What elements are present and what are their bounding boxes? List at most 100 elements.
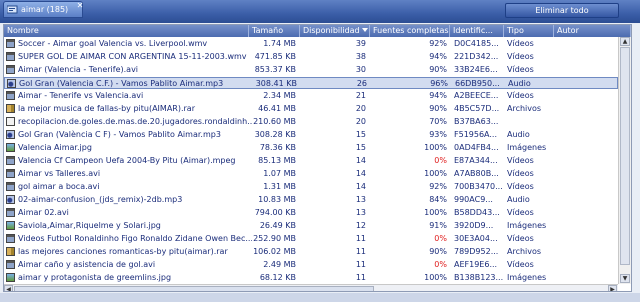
availability-value: 26 xyxy=(356,79,367,88)
scroll-left-icon[interactable]: ◀ xyxy=(4,285,13,291)
author-value xyxy=(556,207,616,219)
table-row[interactable]: gol aimar a boca.avi 1.31 MB 14 92% 700B3470… xyxy=(4,181,618,193)
availability-value: 11 xyxy=(355,234,366,243)
type-value: Audio xyxy=(508,79,531,88)
availability-value: 11 xyxy=(355,273,366,282)
identifier-value: E87A344... xyxy=(454,156,498,165)
identifier-value: 700B3470... xyxy=(454,182,503,191)
complete-sources-value: 92% xyxy=(429,39,447,48)
identifier-value: B37BA63... xyxy=(454,117,499,126)
column-header-complete-sources[interactable]: Fuentes completas xyxy=(370,25,450,37)
identifier-value: 789D952... xyxy=(454,247,499,256)
file-size: 10.83 MB xyxy=(258,195,296,204)
complete-sources-value: 84% xyxy=(429,195,447,204)
author-value xyxy=(556,168,616,180)
availability-value: 14 xyxy=(355,169,366,178)
arch-file-icon xyxy=(6,247,15,256)
availability-value: 11 xyxy=(355,247,366,256)
img-file-icon xyxy=(6,273,15,282)
status-strip xyxy=(0,293,640,302)
complete-sources-value: 100% xyxy=(424,143,447,152)
complete-sources-value: 0% xyxy=(434,234,447,243)
type-value: Imágenes xyxy=(507,221,547,230)
vertical-scrollbar[interactable]: ▲ ▼ xyxy=(618,37,631,284)
availability-value: 15 xyxy=(355,143,366,152)
vertical-scroll-thumb[interactable] xyxy=(620,47,630,265)
table-header: Nombre Tamaño Disponibilidad Fuentes com… xyxy=(4,25,631,37)
video-file-icon xyxy=(6,208,15,217)
type-value: Vídeos xyxy=(507,39,534,48)
video-file-icon xyxy=(6,260,15,269)
type-value: Vídeos xyxy=(507,91,534,100)
scroll-right-icon[interactable]: ▶ xyxy=(608,285,617,291)
table-row[interactable]: Aimar - Tenerife vs Valencia.avi 2.34 MB 2… xyxy=(4,90,618,102)
table-row[interactable]: Videos Futbol Ronaldinho Figo Ronaldo Zi… xyxy=(4,233,618,245)
identifier-value: 221D342... xyxy=(454,52,499,61)
results-table: Nombre Tamaño Disponibilidad Fuentes com… xyxy=(3,24,632,292)
author-value xyxy=(556,194,616,206)
table-row[interactable]: Soccer - Aimar goal Valencia vs. Liverpo… xyxy=(4,38,618,50)
clear-all-button[interactable]: Eliminar todo xyxy=(505,3,619,18)
sort-descending-icon xyxy=(362,28,368,32)
author-value xyxy=(556,246,616,258)
file-name: Aimar (Valencia - Tenerife).avi xyxy=(18,65,139,74)
table-row[interactable]: la mejor musica de fallas-by pitu(AIMAR)… xyxy=(4,103,618,115)
type-value xyxy=(507,116,555,128)
table-row[interactable]: aimar y protagonista de greemlins.jpg 68.… xyxy=(4,272,618,284)
scroll-down-icon[interactable]: ▼ xyxy=(620,274,630,283)
column-header-size[interactable]: Tamaño xyxy=(249,25,300,37)
video-file-icon xyxy=(6,182,15,191)
type-value: Archivos xyxy=(507,247,542,256)
table-row[interactable]: Aimar 02.avi 794.00 KB 13 100% B58DD43... Víd… xyxy=(4,207,618,219)
complete-sources-value: 0% xyxy=(434,260,447,269)
complete-sources-value: 70% xyxy=(429,117,447,126)
file-name: gol aimar a boca.avi xyxy=(18,182,100,191)
identifier-value: A7AB80B... xyxy=(454,169,499,178)
availability-value: 14 xyxy=(355,156,366,165)
column-header-name[interactable]: Nombre xyxy=(4,25,249,37)
column-header-availability[interactable]: Disponibilidad xyxy=(300,25,370,37)
scroll-up-icon[interactable]: ▲ xyxy=(620,37,630,46)
file-name: Valencia Aimar.jpg xyxy=(18,143,92,152)
table-row[interactable]: las mejores canciones romanticas-by pitu… xyxy=(4,246,618,258)
file-size: 2.49 MB xyxy=(263,260,296,269)
availability-value: 11 xyxy=(355,260,366,269)
close-tab-icon[interactable]: ✕ xyxy=(76,2,84,10)
type-value: Vídeos xyxy=(507,234,534,243)
complete-sources-value: 94% xyxy=(429,91,447,100)
tab-search-aimar[interactable]: aimar (185) xyxy=(3,1,83,18)
table-row[interactable]: Aimar vs Talleres.avi 1.07 MB 14 100% A7AB80… xyxy=(4,168,618,180)
file-size: 46.41 MB xyxy=(258,104,296,113)
column-header-identifier[interactable]: Identific... xyxy=(450,25,504,37)
table-row[interactable]: Aimar caño y asistencia de gol.avi 2.49 M… xyxy=(4,259,618,271)
availability-value: 13 xyxy=(355,195,366,204)
img-file-icon xyxy=(6,143,15,152)
horizontal-scrollbar[interactable]: ◀ ▶ xyxy=(4,284,618,291)
column-header-author[interactable]: Autor xyxy=(554,25,631,37)
table-row[interactable]: Gol Gran (València C F) - Vamos Pablito … xyxy=(4,129,618,141)
horizontal-scroll-thumb[interactable] xyxy=(14,286,374,291)
table-row[interactable]: Valencia Aimar.jpg 78.36 KB 15 100% 0AD4FB4.… xyxy=(4,142,618,154)
table-row[interactable]: Valencia Cf Campeon Uefa 2004-By Pitu (A… xyxy=(4,155,618,167)
file-size: 1.31 MB xyxy=(263,182,296,191)
table-row[interactable]: SUPER GOL DE AIMAR CON ARGENTINA 15-11-2… xyxy=(4,51,618,63)
author-value xyxy=(556,220,616,232)
tab-label: aimar (185) xyxy=(21,5,69,14)
complete-sources-value: 93% xyxy=(429,130,447,139)
table-row[interactable]: 02-aimar-confusion_(jds_remix)-2db.mp3 10… xyxy=(4,194,618,206)
availability-value: 14 xyxy=(355,182,366,191)
table-row[interactable]: recopilacion.de.goles.de.mas.de.20.jugad… xyxy=(4,116,618,128)
table-row[interactable]: Saviola,Aimar,Riquelme y Solari.jpg 26.49… xyxy=(4,220,618,232)
type-value: Vídeos xyxy=(507,169,534,178)
complete-sources-value: 100% xyxy=(424,273,447,282)
arch-file-icon xyxy=(6,104,15,113)
audio-file-icon xyxy=(7,79,16,88)
audio-file-icon xyxy=(6,195,15,204)
column-header-type[interactable]: Tipo xyxy=(504,25,554,37)
availability-value: 39 xyxy=(355,39,366,48)
author-value xyxy=(556,116,616,128)
table-row[interactable]: Gol Gran (Valencia C.F.) - Vamos Pablito… xyxy=(4,77,618,89)
complete-sources-value: 0% xyxy=(434,156,447,165)
author-value xyxy=(556,233,616,245)
table-row[interactable]: Aimar (Valencia - Tenerife).avi 853.37 KB… xyxy=(4,64,618,76)
